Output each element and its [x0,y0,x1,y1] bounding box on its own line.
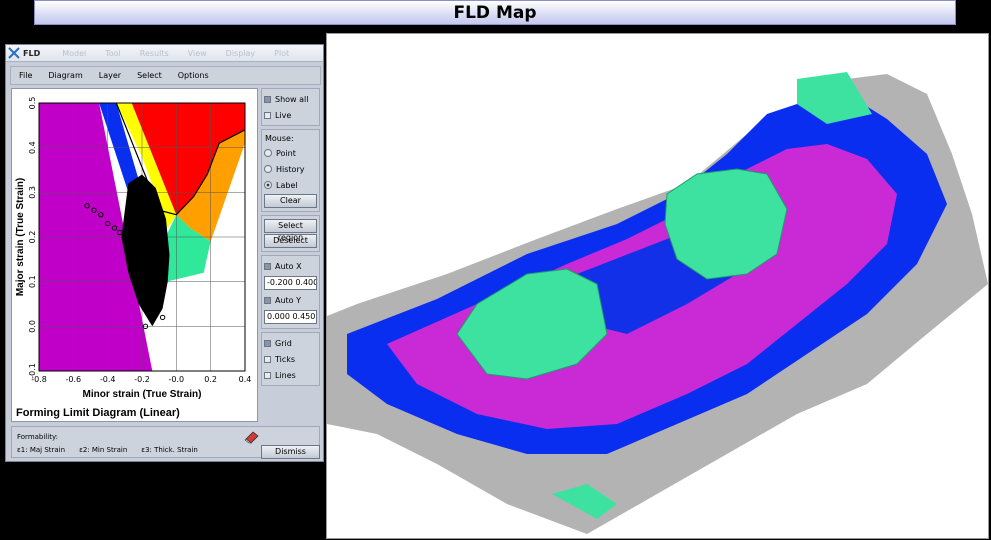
display-group: Grid Ticks Lines [261,332,320,386]
history-radio[interactable] [264,165,272,173]
fld-chart[interactable]: -0.8 -0.6 -0.4 -0.2 -0.0 0.2 0.4-0.10.00.10.20… [12,89,259,405]
show-all-checkbox[interactable] [264,95,271,103]
auto-y-row[interactable]: Auto Y [264,292,317,308]
ghost-menu-item: Plot [274,48,290,58]
x-tick-label: -0.0 [169,375,185,384]
y-tick-label: 0.1 [28,275,37,288]
lines-label: Lines [275,370,296,380]
live-label: Live [275,110,292,120]
titlebar: FLD Model Tool Results View Display Plot [6,45,323,62]
x-tick-label: -0.2 [134,375,150,384]
show-all-label: Show all [275,94,309,104]
label-label: Label [276,180,298,190]
grid-checkbox[interactable] [264,339,271,347]
thick-strain-label: ε3: Thick. Strain [141,446,198,454]
live-row[interactable]: Live [264,107,317,123]
x-tick-label: 0.4 [239,375,252,384]
y-tick-label: 0.5 [28,97,37,110]
window-title: FLD [23,48,41,58]
x-tick-label: -0.4 [100,375,116,384]
menu-options[interactable]: Options [178,71,209,80]
mouse-label: Mouse: [265,134,294,143]
banner-title: FLD Map [453,2,537,23]
maj-strain-label: ε1: Maj Strain [17,446,66,454]
dismiss-button[interactable]: Dismiss [261,445,320,459]
menu-diagram[interactable]: Diagram [48,71,82,80]
ghost-menu-item: Display [225,48,256,58]
x-tick-label: -0.6 [66,375,82,384]
point-radio[interactable] [264,149,272,157]
lines-checkbox[interactable] [264,371,271,379]
clear-button[interactable]: Clear [264,194,317,208]
grid-label: Grid [275,338,292,348]
x-axis-label: Minor strain (True Strain) [83,389,202,400]
mouse-group: Mouse: Point History Label Clear [261,129,320,212]
ghost-menu-item: Model [62,48,87,58]
strain-legend: ε1: Maj Strain ε2: Min Strain ε3: Thick.… [17,446,198,454]
point-row[interactable]: Point [264,145,317,161]
auto-x-label: Auto X [275,261,302,271]
menu-layer[interactable]: Layer [99,71,121,80]
auto-y-label: Auto Y [275,295,302,305]
range-group: Auto X -0.200 0.400 Auto Y 0.000 0.450 [261,255,320,329]
ticks-row[interactable]: Ticks [264,351,317,367]
ticks-checkbox[interactable] [264,355,271,363]
y-tick-label: -0.1 [28,363,37,379]
region-group: Select region Deselect [261,215,320,252]
banner: FLD Map [34,0,956,25]
y-tick-label: 0.2 [28,231,37,244]
grid-row[interactable]: Grid [264,335,317,351]
menu-select[interactable]: Select [137,71,162,80]
y-tick-label: 0.3 [28,186,37,199]
lines-row[interactable]: Lines [264,367,317,383]
x-tick-label: 0.2 [204,375,217,384]
app-icon [8,47,20,59]
menu-file[interactable]: File [19,71,32,80]
auto-y-checkbox[interactable] [264,296,271,304]
history-row[interactable]: History [264,161,317,177]
menubar: File Diagram Layer Select Options [10,66,321,85]
surface-3d-render[interactable] [327,34,988,538]
y-tick-label: 0.0 [28,320,37,333]
plot-caption: Forming Limit Diagram (Linear) [16,407,180,419]
y-tick-label: 0.4 [28,141,37,154]
fld-window: FLD Model Tool Results View Display Plot… [5,44,324,462]
fld-plot-panel[interactable]: -0.8 -0.6 -0.4 -0.2 -0.0 0.2 0.4 -0.1 0.0 0.1 0.2 0… [11,88,258,422]
live-checkbox[interactable] [264,111,271,119]
y-axis-label: Major strain (True Strain) [15,178,26,296]
min-strain-label: ε2: Min Strain [79,446,128,454]
x-range-input[interactable]: -0.200 0.400 [264,276,317,290]
ghost-menu-item: View [187,48,207,58]
show-all-row[interactable]: Show all [264,91,317,107]
history-label: History [276,164,305,174]
fld-surface-view[interactable] [326,33,989,539]
deselect-button[interactable]: Deselect [264,234,317,248]
select-region-button[interactable]: Select region [264,219,317,242]
label-radio[interactable] [264,181,272,189]
ticks-label: Ticks [275,354,296,364]
eraser-icon[interactable] [244,430,260,444]
formability-label: Formability: [17,433,58,441]
ghost-menu: Model Tool Results View Display Plot [62,49,289,58]
label-row[interactable]: Label [264,177,317,193]
auto-x-checkbox[interactable] [264,262,271,270]
show-group: Show all Live [261,88,320,126]
point-label: Point [276,148,296,158]
auto-x-row[interactable]: Auto X [264,258,317,274]
ghost-menu-item: Tool [105,48,121,58]
ghost-menu-item: Results [139,48,169,58]
y-range-input[interactable]: 0.000 0.450 [264,310,317,324]
side-panel: Show all Live Mouse: Point History Label… [261,88,320,389]
